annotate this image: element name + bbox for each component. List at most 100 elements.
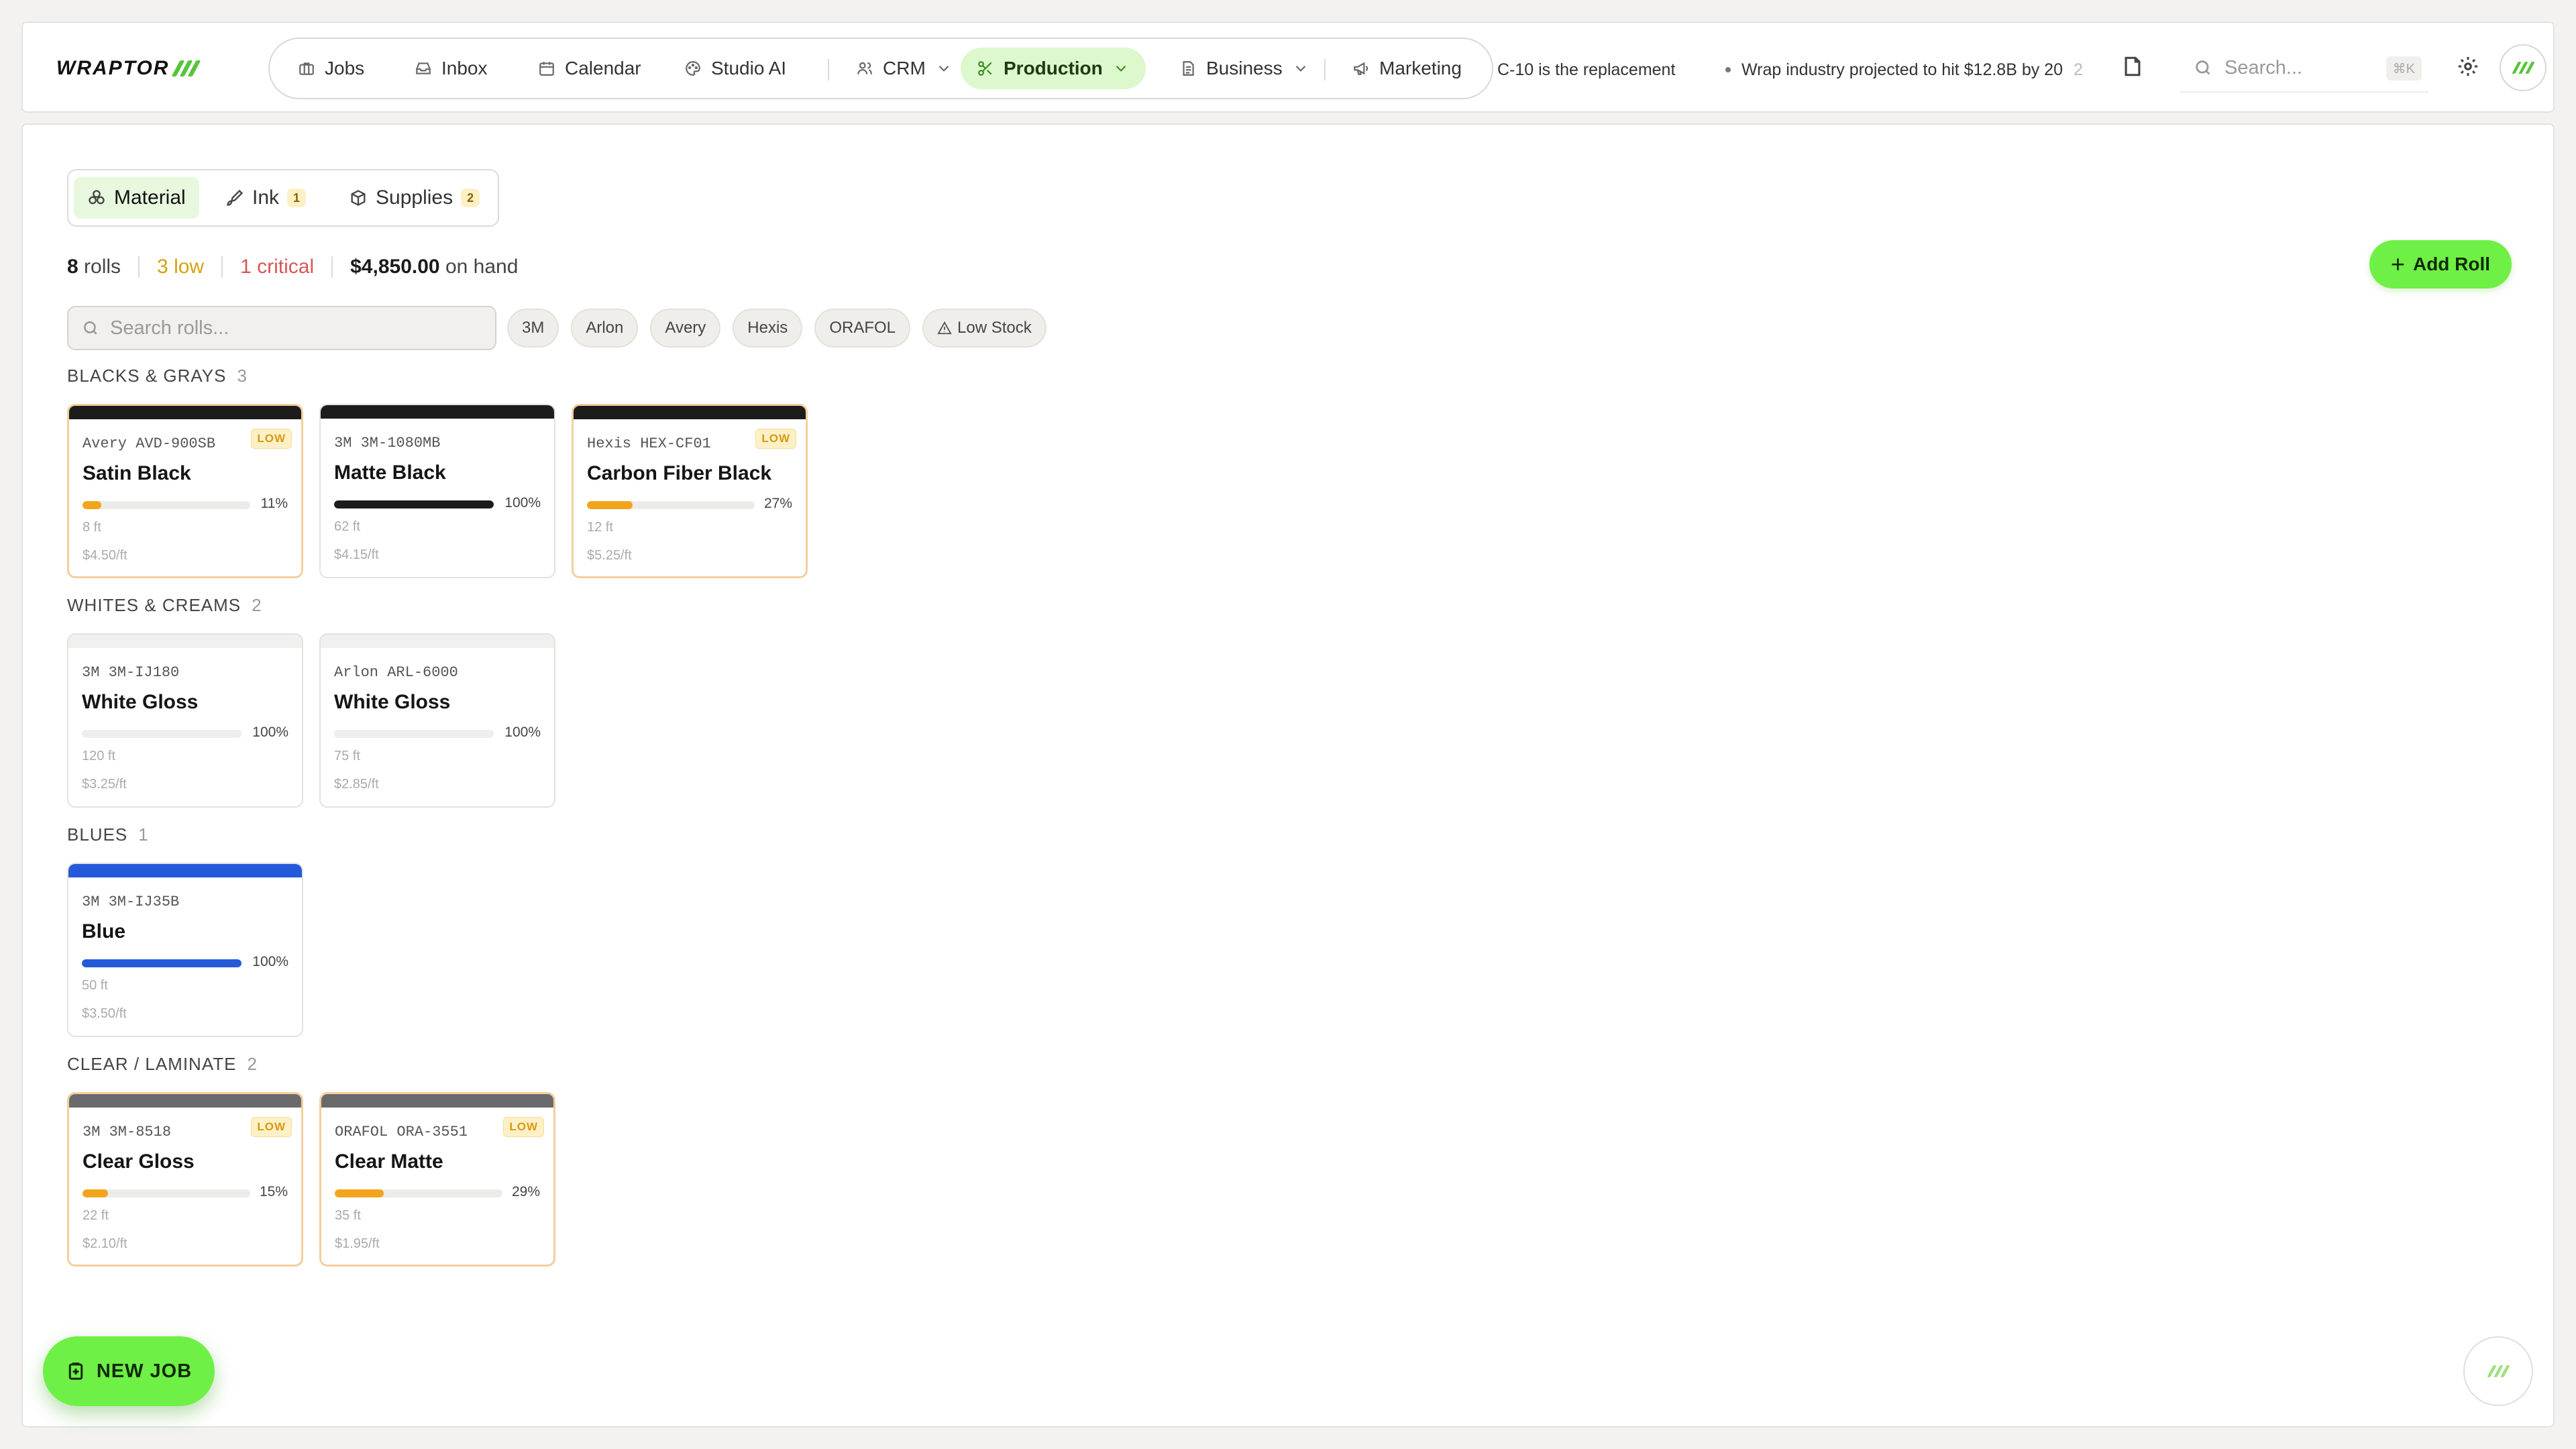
nav-item-calendar[interactable]: Calendar: [522, 48, 657, 89]
news-ticker-item[interactable]: Wrap industry projected to hit $12.8B by…: [1725, 56, 2101, 83]
warning-icon: [937, 321, 952, 335]
chevron-down-icon: [1116, 65, 1126, 72]
ticker-text: C-10 is the replacement: [1497, 60, 1676, 79]
roll-name: White Gloss: [334, 691, 451, 713]
nav-item-production[interactable]: Production: [961, 48, 1146, 89]
chevron-down-icon: [1295, 65, 1305, 72]
roll-card[interactable]: 3M 3M-8518 LOW Clear Gloss 15% 22 ft $2.10/ft: [67, 1092, 303, 1267]
roll-card[interactable]: Arlon ARL-6000 White Gloss 100% 75 ft $2.85/…: [319, 633, 555, 808]
roll-name: White Gloss: [82, 691, 199, 713]
gear-icon[interactable]: [2457, 55, 2479, 78]
filter-chip-hexis[interactable]: Hexis: [733, 309, 803, 347]
group-name: WHITES & CREAMS: [67, 594, 241, 615]
roll-name: Clear Matte: [335, 1150, 443, 1173]
stock-bar-fill: [334, 500, 494, 508]
stock-percent: 29%: [511, 1184, 540, 1199]
roll-card[interactable]: 3M 3M-IJ180 White Gloss 100% 120 ft $3.25/ft: [67, 633, 303, 808]
ticker-text: Wrap industry projected to hit $12.8B by…: [1741, 60, 2063, 79]
filter-chip-orafol[interactable]: ORAFOL: [814, 309, 910, 347]
roll-card[interactable]: Avery AVD-900SB LOW Satin Black 11% 8 ft $4.5…: [67, 404, 303, 578]
stock-percent: 100%: [252, 724, 288, 740]
filter-chip-avery[interactable]: Avery: [650, 309, 721, 347]
nav-item-jobs[interactable]: Jobs: [282, 48, 380, 89]
nav-label: Inbox: [441, 58, 488, 78]
box-icon: [351, 190, 366, 206]
brand-filters: 3M Arlon Avery Hexis ORAFOL Low Stock: [507, 309, 1046, 347]
roll-search-input[interactable]: Search rolls...: [67, 306, 496, 350]
nav-item-inbox[interactable]: Inbox: [398, 48, 504, 89]
roll-code: ORAFOL ORA-3551: [335, 1124, 468, 1140]
color-stripe: [321, 405, 554, 419]
search-placeholder: Search...: [2224, 56, 2303, 78]
main-nav: Jobs Inbox Calendar Studio AI CRM Produc…: [268, 38, 1493, 99]
scissors-icon: [978, 61, 992, 76]
roll-card[interactable]: Hexis HEX-CF01 LOW Carbon Fiber Black 27% 12…: [572, 404, 808, 578]
stock-percent: 27%: [763, 496, 792, 511]
logo-mark-icon: [172, 60, 201, 76]
stock-percent: 11%: [260, 496, 288, 511]
tab-label: Ink: [252, 186, 280, 209]
stock-bar: [83, 1189, 250, 1197]
filter-chip-3m[interactable]: 3M: [507, 309, 559, 347]
low-stat[interactable]: 3 low: [157, 256, 204, 278]
roll-code: Hexis HEX-CF01: [587, 435, 711, 452]
nav-item-studio-ai[interactable]: Studio AI: [668, 48, 802, 89]
assistant-button[interactable]: [2463, 1336, 2533, 1406]
add-roll-button[interactable]: + Add Roll: [2369, 240, 2512, 288]
stat-divider: [221, 256, 223, 278]
group-count: 2: [252, 594, 262, 615]
nav-item-business[interactable]: Business: [1163, 48, 1326, 89]
roll-length: 75 ft: [334, 749, 360, 763]
inbox-icon: [416, 62, 431, 74]
stock-bar-fill: [82, 959, 241, 967]
stock-bar: [334, 500, 494, 508]
app-logo[interactable]: WRAPTOR: [56, 54, 201, 83]
stock-bar-fill: [82, 730, 241, 738]
low-stock-badge: LOW: [503, 1117, 544, 1137]
roll-price: $4.15/ft: [334, 547, 379, 562]
critical-stat[interactable]: 1 critical: [240, 256, 314, 278]
tab-material[interactable]: Material: [74, 177, 199, 219]
stock-bar: [82, 730, 241, 738]
news-ticker-item[interactable]: C-10 is the replacement: [1497, 56, 1699, 83]
search-shortcut-badge: ⌘K: [2385, 56, 2422, 80]
filter-chip-arlon[interactable]: Arlon: [571, 309, 639, 347]
roll-card[interactable]: 3M 3M-1080MB Matte Black 100% 62 ft $4.15/ft: [319, 404, 555, 578]
nav-divider: [828, 59, 829, 80]
roll-length: 50 ft: [82, 978, 108, 993]
roll-price: $3.50/ft: [82, 1006, 127, 1021]
new-job-button[interactable]: NEW JOB: [43, 1336, 215, 1406]
nav-item-marketing[interactable]: Marketing: [1336, 48, 1478, 89]
tab-label: Material: [114, 186, 186, 209]
tab-supplies[interactable]: Supplies 2: [335, 177, 493, 219]
avatar[interactable]: [2500, 44, 2546, 91]
global-search[interactable]: Search... ⌘K: [2180, 44, 2428, 93]
roll-price: $4.50/ft: [83, 548, 127, 563]
group-name: BLUES: [67, 824, 128, 845]
tab-ink[interactable]: Ink 1: [212, 177, 319, 219]
rolls-count: 8: [67, 256, 78, 278]
stock-bar-fill: [83, 1189, 108, 1197]
inventory-panel: Material Ink 1 Supplies 2 8 rolls 3 low …: [21, 123, 2555, 1428]
logo-text: WRAPTOR: [56, 57, 170, 79]
filter-label: Low Stock: [957, 319, 1032, 337]
group-count: 2: [247, 1053, 258, 1074]
ink-icon: [227, 189, 244, 206]
color-stripe: [69, 1094, 301, 1108]
roll-card[interactable]: 3M 3M-IJ35B Blue 100% 50 ft $3.50/ft: [67, 863, 303, 1037]
notes-icon[interactable]: [2121, 55, 2144, 78]
roll-length: 22 ft: [83, 1208, 109, 1223]
roll-card[interactable]: ORAFOL ORA-3551 LOW Clear Matte 29% 35 ft $1.…: [319, 1092, 555, 1267]
stock-bar-fill: [335, 1189, 384, 1197]
low-stock-badge: LOW: [251, 1117, 292, 1137]
nav-item-crm[interactable]: CRM: [840, 48, 969, 89]
group-title-blues: BLUES 1: [67, 822, 149, 847]
nav-divider: [1324, 59, 1326, 80]
document-icon: [1183, 61, 1194, 76]
roll-code: 3M 3M-8518: [83, 1124, 172, 1140]
roll-name: Satin Black: [83, 462, 191, 484]
roll-length: 8 ft: [83, 520, 101, 535]
filter-chip-low-stock[interactable]: Low Stock: [922, 309, 1046, 347]
roll-name: Blue: [82, 920, 126, 943]
stat-divider: [138, 256, 140, 278]
